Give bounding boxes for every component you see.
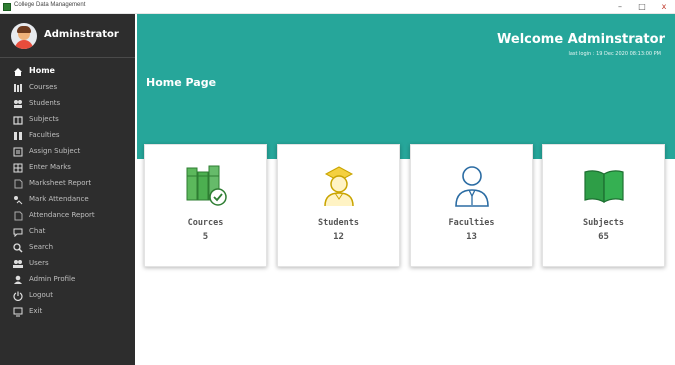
header-banner: Welcome Adminstrator last login : 19 Dec… — [137, 14, 675, 159]
avatar — [11, 23, 37, 49]
close-button[interactable]: x — [654, 1, 674, 12]
sidebar-item-label: Subjects — [29, 115, 59, 123]
card-subjects[interactable]: Subjects 65 — [542, 144, 665, 267]
books-check-icon — [186, 165, 227, 206]
sidebar-item-label: Assign Subject — [29, 147, 81, 155]
exit-icon — [13, 307, 23, 317]
sidebar-item-admin-profile[interactable]: Admin Profile — [0, 272, 135, 288]
sidebar-item-label: Students — [29, 99, 61, 107]
report-icon — [14, 179, 23, 189]
card-courses[interactable]: Cources 5 — [144, 144, 267, 267]
sidebar-item-assign-subject[interactable]: Assign Subject — [0, 144, 135, 160]
window-titlebar: College Data Management – □ x — [0, 0, 675, 14]
sidebar-item-mark-attendance[interactable]: Mark Attendance — [0, 192, 135, 208]
book-icon — [13, 116, 23, 125]
marks-icon — [13, 163, 23, 173]
sidebar-item-label: Mark Attendance — [29, 195, 89, 203]
users-icon — [13, 260, 23, 268]
sidebar-item-enter-marks[interactable]: Enter Marks — [0, 160, 135, 176]
home-icon — [14, 68, 22, 76]
card-count: 65 — [598, 232, 609, 242]
books-icon — [14, 84, 22, 92]
maximize-button[interactable]: □ — [632, 1, 652, 12]
sidebar-item-home[interactable]: Home — [0, 64, 135, 80]
card-students[interactable]: Students 12 — [277, 144, 400, 267]
search-icon — [13, 243, 23, 253]
logout-icon — [13, 291, 23, 301]
card-label: Faculties — [448, 218, 495, 228]
sidebar-item-students[interactable]: Students — [0, 96, 135, 112]
app-icon — [3, 3, 11, 11]
window-title: College Data Management — [14, 2, 86, 8]
sidebar-item-label: Admin Profile — [29, 275, 76, 283]
sidebar-item-courses[interactable]: Courses — [0, 80, 135, 96]
card-count: 12 — [333, 232, 344, 242]
open-book-icon — [584, 170, 624, 204]
students-icon — [14, 100, 22, 108]
sidebar-profile: Adminstrator — [0, 14, 135, 58]
welcome-text: Welcome Adminstrator — [497, 32, 665, 47]
card-faculties[interactable]: Faculties 13 — [410, 144, 533, 267]
page-title: Home Page — [146, 76, 217, 89]
sidebar-item-label: Home — [29, 66, 55, 75]
profile-icon — [14, 275, 22, 284]
sidebar-item-label: Faculties — [29, 131, 60, 139]
sidebar-item-label: Users — [29, 259, 49, 267]
sidebar-item-attendance-report[interactable]: Attendance Report — [0, 208, 135, 224]
card-count: 13 — [466, 232, 477, 242]
sidebar-item-search[interactable]: Search — [0, 240, 135, 256]
sidebar-item-exit[interactable]: Exit — [0, 304, 135, 320]
sidebar-item-label: Search — [29, 243, 54, 251]
attendance-report-icon — [14, 211, 23, 221]
minimize-button[interactable]: – — [610, 1, 630, 12]
attendance-icon — [14, 196, 23, 205]
card-label: Subjects — [583, 218, 624, 228]
profile-name: Adminstrator — [44, 29, 119, 40]
card-count: 5 — [202, 232, 209, 242]
sidebar-item-logout[interactable]: Logout — [0, 288, 135, 304]
sidebar-item-users[interactable]: Users — [0, 256, 135, 272]
sidebar-item-faculties[interactable]: Faculties — [0, 128, 135, 144]
sidebar-item-label: Attendance Report — [29, 211, 95, 219]
assign-icon — [13, 147, 23, 157]
faculty-icon — [455, 166, 489, 207]
sidebar-item-label: Exit — [29, 307, 43, 315]
sidebar-item-label: Enter Marks — [29, 163, 71, 171]
sidebar-item-subjects[interactable]: Subjects — [0, 112, 135, 128]
chat-icon — [13, 228, 23, 237]
sidebar-item-label: Logout — [29, 291, 53, 299]
sidebar-item-marksheet-report[interactable]: Marksheet Report — [0, 176, 135, 192]
sidebar-item-label: Marksheet Report — [29, 179, 92, 187]
sidebar-item-chat[interactable]: Chat — [0, 224, 135, 240]
sidebar-item-label: Chat — [29, 227, 46, 235]
sidebar: Adminstrator Home Courses Students Subje… — [0, 14, 135, 365]
card-label: Cources — [187, 218, 224, 228]
card-label: Students — [318, 218, 359, 228]
last-login-text: last login : 19 Dec 2020 08:13:00 PM — [568, 51, 661, 57]
sidebar-item-label: Courses — [29, 83, 58, 91]
student-icon — [324, 166, 354, 207]
faculties-icon — [14, 132, 22, 140]
